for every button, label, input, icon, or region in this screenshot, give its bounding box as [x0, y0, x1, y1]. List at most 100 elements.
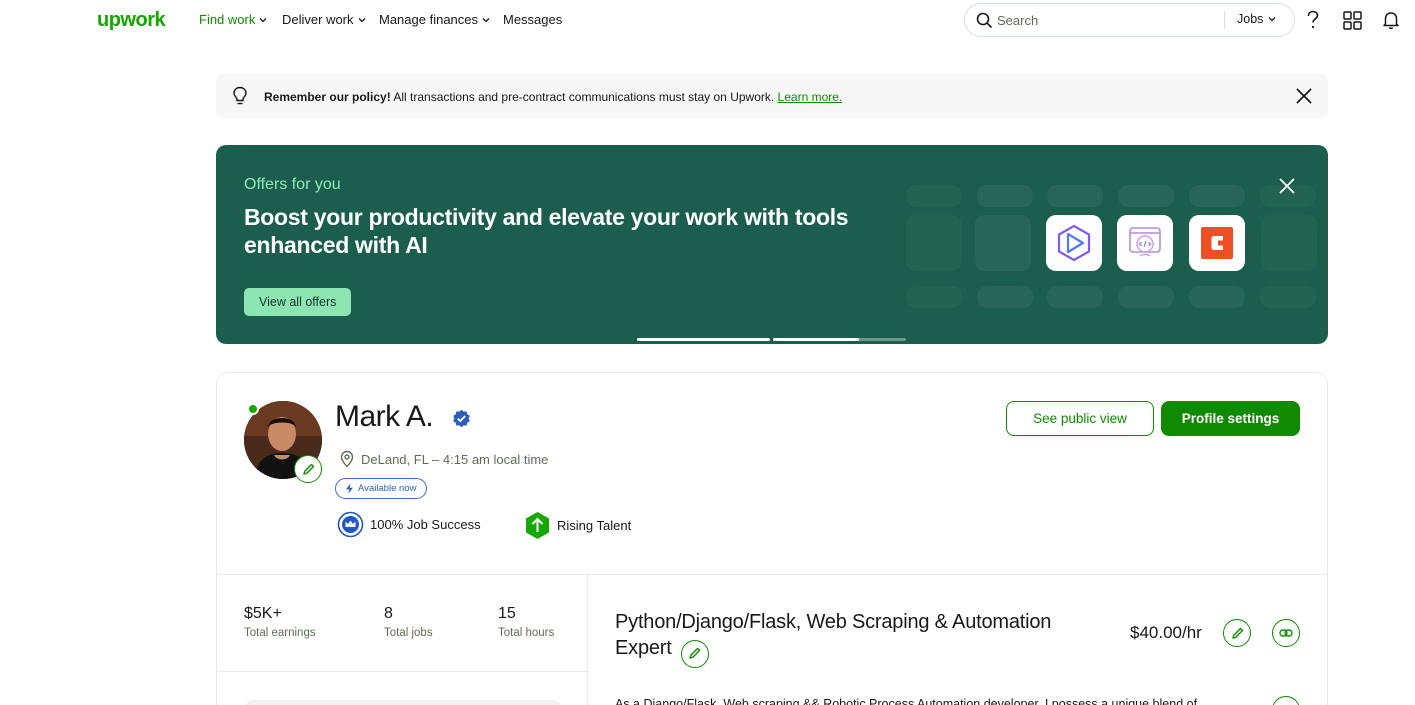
- link-icon: [1279, 629, 1293, 637]
- sidebar-placeholder: [245, 700, 561, 705]
- rising-talent-icon: [526, 512, 549, 539]
- search-input[interactable]: [997, 11, 1177, 29]
- edit-title-button[interactable]: [680, 639, 709, 668]
- decor-tile: [1189, 286, 1245, 308]
- edit-overview-button[interactable]: [1272, 696, 1300, 705]
- stat-total-earnings: $5K+ Total earnings: [244, 605, 316, 639]
- search-icon: [976, 12, 993, 29]
- profile-settings-button[interactable]: Profile settings: [1161, 401, 1300, 436]
- nav-find-work-label: Find work: [199, 12, 256, 27]
- nav-messages[interactable]: Messages: [503, 12, 562, 27]
- chevron-down-icon: [259, 17, 267, 22]
- stat-total-jobs: 8 Total jobs: [384, 605, 433, 639]
- job-success-crown-icon: [337, 511, 364, 538]
- stat-label: Total earnings: [244, 627, 316, 639]
- edit-rate-button[interactable]: [1223, 619, 1251, 647]
- copy-link-button[interactable]: [1272, 619, 1300, 647]
- policy-banner: Remember our policy! All transactions an…: [216, 74, 1328, 118]
- nav-deliver-work[interactable]: Deliver work: [282, 12, 366, 27]
- decor-tile: [975, 215, 1031, 271]
- close-icon[interactable]: [1294, 86, 1314, 106]
- upwork-logo[interactable]: upwork: [97, 9, 166, 32]
- search-bar[interactable]: Jobs: [964, 3, 1295, 37]
- job-success-badge[interactable]: 100% Job Success: [337, 511, 481, 538]
- search-scope-label: Jobs: [1237, 12, 1264, 26]
- pencil-icon: [1231, 627, 1243, 639]
- offers-headline: Boost your productivity and elevate your…: [244, 204, 849, 258]
- offer-app-tile[interactable]: [1117, 215, 1173, 271]
- verified-badge-icon: [453, 409, 470, 428]
- hourly-rate: $40.00/hr: [1130, 623, 1202, 642]
- availability-text: Available now: [358, 483, 417, 494]
- view-all-offers-button[interactable]: View all offers: [244, 288, 352, 316]
- online-status-indicator: [247, 403, 259, 415]
- policy-bold: Remember our policy!: [264, 90, 391, 104]
- chevron-down-icon: [482, 17, 490, 22]
- column-divider: [587, 574, 588, 705]
- top-navigation: upwork Find work Deliver work Manage fin…: [0, 0, 1415, 40]
- see-public-view-button[interactable]: See public view: [1006, 401, 1154, 436]
- stat-value: 15: [498, 605, 516, 622]
- rising-talent-badge[interactable]: Rising Talent: [524, 511, 631, 540]
- decor-tile: [906, 215, 962, 271]
- stat-value: $5K+: [244, 605, 282, 622]
- offers-banner: Offers for you Boost your productivity a…: [216, 145, 1328, 344]
- carousel-indicator-1[interactable]: [637, 338, 770, 341]
- decor-tile: [1118, 185, 1174, 207]
- pencil-icon: [302, 463, 314, 475]
- nav-find-work[interactable]: Find work: [199, 12, 267, 27]
- nav-messages-label: Messages: [503, 12, 563, 27]
- decor-tile: [1047, 286, 1103, 308]
- offer-app-tile[interactable]: [1046, 215, 1102, 271]
- decor-tile: [977, 185, 1033, 207]
- policy-text: Remember our policy! All transactions an…: [264, 90, 842, 104]
- nav-manage-finances[interactable]: Manage finances: [379, 12, 490, 27]
- lightbulb-icon: [233, 86, 247, 105]
- offer-app-tile[interactable]: [1189, 215, 1245, 271]
- decor-tile: [1047, 185, 1103, 207]
- sidebar-divider: [217, 671, 587, 672]
- profile-title-block: Python/Django/Flask, Web Scraping & Auto…: [615, 609, 1095, 668]
- nav-manage-finances-label: Manage finances: [379, 12, 479, 27]
- location-row: DeLand, FL – 4:15 am local time: [339, 450, 548, 468]
- availability-badge[interactable]: Available now: [335, 478, 428, 499]
- stat-label: Total hours: [498, 627, 555, 639]
- policy-body: All transactions and pre-contract commun…: [390, 90, 778, 104]
- lightning-icon: [346, 483, 353, 494]
- section-divider: [217, 574, 1327, 575]
- stat-label: Total jobs: [384, 627, 433, 639]
- decor-tile: [906, 185, 962, 207]
- location-text: DeLand, FL – 4:15 am local time: [361, 451, 549, 467]
- nav-deliver-work-label: Deliver work: [282, 12, 354, 27]
- pencil-icon: [689, 647, 701, 659]
- rising-talent-label: Rising Talent: [557, 518, 632, 533]
- stat-value: 8: [384, 605, 393, 622]
- decor-tile: [1260, 286, 1316, 308]
- search-scope-dropdown[interactable]: Jobs: [1237, 12, 1276, 26]
- chevron-down-icon: [358, 17, 365, 22]
- carousel-indicator-2[interactable]: [773, 338, 906, 341]
- hexagon-logo-icon: [1057, 224, 1091, 262]
- profile-name: Mark A.: [335, 400, 434, 433]
- help-icon[interactable]: [1302, 9, 1324, 31]
- location-pin-icon: [340, 450, 354, 468]
- avatar-wrapper: [244, 401, 322, 483]
- apps-grid-icon[interactable]: [1341, 9, 1363, 31]
- decor-tile: [1189, 185, 1245, 207]
- code-brain-icon: [1129, 227, 1161, 257]
- decor-tile: [1260, 185, 1316, 207]
- search-divider: [1224, 11, 1225, 29]
- decor-tile: [977, 286, 1033, 308]
- job-success-label: 100% Job Success: [370, 517, 481, 532]
- carousel-progress-fill: [773, 338, 860, 341]
- coda-logo-icon: [1201, 227, 1233, 259]
- decor-tile: [1118, 286, 1174, 308]
- policy-learn-more-link[interactable]: Learn more.: [778, 90, 843, 104]
- notification-bell-icon[interactable]: [1380, 9, 1402, 31]
- chevron-down-icon: [1268, 17, 1276, 22]
- profile-overview: As a Django/Flask, Web scraping && Robot…: [615, 697, 1198, 705]
- edit-photo-button[interactable]: [294, 455, 322, 483]
- decor-tile: [906, 286, 962, 308]
- offers-eyebrow: Offers for you: [244, 176, 341, 193]
- profile-card: Mark A. DeLand, FL – 4:15 am local time …: [216, 372, 1328, 705]
